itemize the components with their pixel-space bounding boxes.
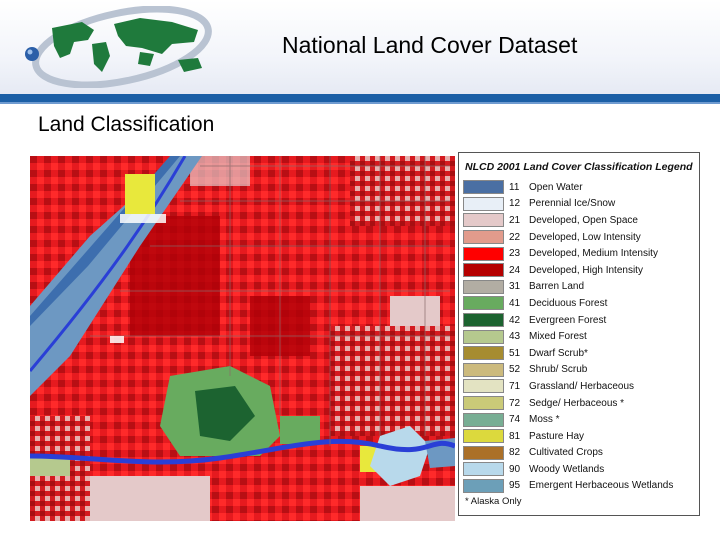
- legend-label: Evergreen Forest: [529, 314, 607, 326]
- legend-label: Shrub/ Scrub: [529, 364, 588, 376]
- legend-swatch: [463, 379, 504, 394]
- legend-code: 31: [509, 281, 521, 293]
- legend-rows: 11 Open Water 12 Perennial Ice/Snow 21 Develo…: [463, 179, 695, 494]
- legend-code: 72: [509, 397, 521, 409]
- legend-code: 43: [509, 331, 521, 343]
- legend-label: Pasture Hay: [529, 430, 585, 442]
- legend-code: 42: [509, 314, 521, 326]
- legend-item: 12 Perennial Ice/Snow: [463, 196, 695, 213]
- legend-swatch: [463, 246, 504, 261]
- legend-label: Developed, Low Intensity: [529, 231, 641, 243]
- legend-label: Developed, Open Space: [529, 214, 638, 226]
- legend-swatch: [463, 230, 504, 245]
- header-divider: [0, 94, 720, 102]
- legend-label: Woody Wetlands: [529, 463, 605, 475]
- legend-item: 71 Grassland/ Herbaceous: [463, 378, 695, 395]
- legend-title: NLCD 2001 Land Cover Classification Lege…: [465, 161, 693, 173]
- legend-swatch: [463, 362, 504, 377]
- legend-label: Cultivated Crops: [529, 447, 603, 459]
- legend-code: 74: [509, 414, 521, 426]
- legend-item: 51 Dwarf Scrub*: [463, 345, 695, 362]
- legend-swatch: [463, 396, 504, 411]
- legend-item: 24 Developed, High Intensity: [463, 262, 695, 279]
- legend-swatch: [463, 462, 504, 477]
- legend-item: 42 Evergreen Forest: [463, 312, 695, 329]
- legend-swatch: [463, 196, 504, 211]
- slide-header: National Land Cover Dataset: [0, 0, 720, 94]
- legend-swatch: [463, 180, 504, 195]
- legend-code: 12: [509, 198, 521, 210]
- legend-label: Sedge/ Herbaceous *: [529, 397, 625, 409]
- legend-label: Grassland/ Herbaceous: [529, 380, 635, 392]
- legend-code: 82: [509, 447, 521, 459]
- legend-swatch: [463, 296, 504, 311]
- legend-code: 24: [509, 264, 521, 276]
- legend-item: 43 Mixed Forest: [463, 328, 695, 345]
- legend-label: Barren Land: [529, 281, 585, 293]
- legend-swatch: [463, 279, 504, 294]
- legend-item: 95 Emergent Herbaceous Wetlands: [463, 478, 695, 495]
- legend-code: 41: [509, 297, 521, 309]
- legend-swatch: [463, 412, 504, 427]
- legend-item: 72 Sedge/ Herbaceous *: [463, 395, 695, 412]
- legend-swatch: [463, 329, 504, 344]
- legend-label: Dwarf Scrub*: [529, 347, 588, 359]
- legend-item: 81 Pasture Hay: [463, 428, 695, 445]
- legend-item: 74 Moss *: [463, 411, 695, 428]
- legend-swatch: [463, 263, 504, 278]
- legend-swatch: [463, 445, 504, 460]
- legend-code: 51: [509, 347, 521, 359]
- legend-swatch: [463, 313, 504, 328]
- land-cover-legend: NLCD 2001 Land Cover Classification Lege…: [458, 152, 700, 516]
- legend-label: Developed, High Intensity: [529, 264, 643, 276]
- header-accent-line: [0, 102, 720, 104]
- legend-code: 90: [509, 463, 521, 475]
- legend-code: 71: [509, 380, 521, 392]
- legend-code: 52: [509, 364, 521, 376]
- land-cover-map-image: [30, 156, 455, 521]
- legend-code: 95: [509, 480, 521, 492]
- slide-subtitle: Land Classification: [38, 113, 215, 136]
- legend-code: 22: [509, 231, 521, 243]
- legend-swatch: [463, 478, 504, 493]
- legend-code: 23: [509, 248, 521, 260]
- legend-label: Perennial Ice/Snow: [529, 198, 616, 210]
- legend-swatch: [463, 429, 504, 444]
- legend-item: 21 Developed, Open Space: [463, 212, 695, 229]
- legend-footnote: * Alaska Only: [465, 496, 522, 508]
- page-title: National Land Cover Dataset: [282, 32, 578, 58]
- legend-swatch: [463, 346, 504, 361]
- legend-label: Moss *: [529, 414, 560, 426]
- legend-swatch: [463, 213, 504, 228]
- legend-code: 81: [509, 430, 521, 442]
- legend-item: 52 Shrub/ Scrub: [463, 362, 695, 379]
- globe-logo-icon: [25, 6, 212, 88]
- legend-item: 31 Barren Land: [463, 279, 695, 296]
- legend-item: 41 Deciduous Forest: [463, 295, 695, 312]
- legend-item: 22 Developed, Low Intensity: [463, 229, 695, 246]
- legend-code: 11: [509, 181, 520, 193]
- legend-label: Open Water: [529, 181, 583, 193]
- legend-label: Deciduous Forest: [529, 297, 608, 309]
- land-cover-map: [30, 156, 455, 521]
- legend-label: Emergent Herbaceous Wetlands: [529, 480, 674, 492]
- legend-item: 90 Woody Wetlands: [463, 461, 695, 478]
- legend-label: Mixed Forest: [529, 331, 587, 343]
- legend-item: 82 Cultivated Crops: [463, 445, 695, 462]
- legend-code: 21: [509, 214, 521, 226]
- legend-item: 11 Open Water: [463, 179, 695, 196]
- legend-item: 23 Developed, Medium Intensity: [463, 245, 695, 262]
- legend-label: Developed, Medium Intensity: [529, 248, 658, 260]
